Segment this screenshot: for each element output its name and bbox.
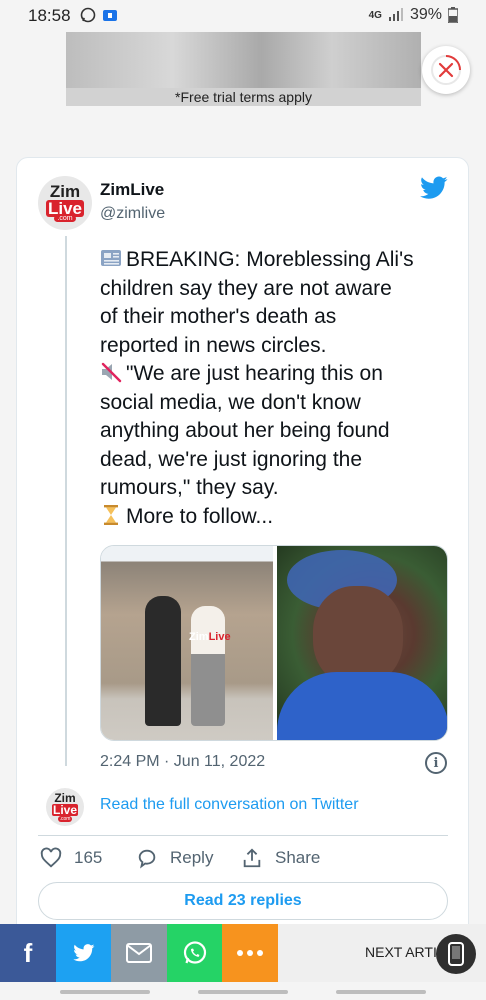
small-avatar-text-bottom: Live: [51, 802, 78, 817]
facebook-share-button[interactable]: f: [0, 924, 56, 982]
watermark-part-a: Zim: [189, 631, 209, 643]
photo-person-1: [145, 596, 181, 726]
nav-back-indicator[interactable]: [336, 990, 426, 994]
watermark-part-b: Live: [208, 631, 231, 643]
share-icon: [243, 848, 261, 868]
system-navigation-bar: [0, 982, 486, 1000]
envelope-icon: [126, 943, 152, 963]
tweet-timestamp[interactable]: 2:24 PM · Jun 11, 2022: [100, 753, 265, 771]
tweet-line-5-text: "We are just hearing this on: [126, 362, 383, 385]
close-icon: [431, 55, 461, 85]
tweet-line-3: of their mother's death as: [100, 305, 337, 328]
email-share-button[interactable]: [111, 924, 167, 982]
twitter-icon: [73, 944, 95, 962]
hourglass-emoji-icon: [104, 504, 118, 525]
tweet-text: BREAKING: Moreblessing Ali's children sa…: [100, 246, 455, 531]
battery-level: 39%: [409, 6, 442, 23]
small-avatar-text-top: Zim: [54, 790, 76, 805]
more-share-button[interactable]: [222, 924, 278, 982]
files-notification-icon: [102, 7, 118, 23]
reply-button[interactable]: Reply: [136, 847, 213, 869]
network-label: 4G: [368, 9, 382, 21]
heart-icon: [40, 847, 62, 868]
tweet-media[interactable]: ZimLive: [100, 545, 448, 741]
more-dots-icon: [237, 950, 263, 956]
tweet-line-6: social media, we don't know: [100, 390, 361, 414]
ad-terms-text: *Free trial terms apply: [66, 88, 421, 106]
read-replies-button[interactable]: Read 23 replies: [38, 882, 448, 920]
nav-recent-indicator[interactable]: [60, 990, 150, 994]
twitter-share-button[interactable]: [56, 924, 112, 982]
phone-floating-button[interactable]: [436, 934, 476, 974]
tweet-photo-1[interactable]: ZimLive: [101, 546, 273, 740]
author-handle[interactable]: @zimlive: [100, 205, 165, 223]
tweet-line-9: rumours," they say.: [100, 476, 279, 499]
avatar-text-top: Zim: [49, 182, 81, 201]
facebook-icon: f: [23, 937, 33, 968]
share-button[interactable]: Share: [241, 847, 320, 869]
whatsapp-icon: [183, 941, 207, 964]
tweet-line-10: More to follow...: [100, 503, 455, 532]
tweet-line-4: reported in news circles.: [100, 333, 327, 357]
tweet-photo-2[interactable]: [277, 546, 447, 740]
read-conversation-link[interactable]: Read the full conversation on Twitter: [100, 796, 359, 814]
small-avatar-text-domain: .com: [57, 815, 73, 822]
status-bar: 18:58 4G 39%: [0, 0, 486, 32]
photo-person-2: [191, 606, 225, 726]
newspaper-emoji-icon: [101, 250, 121, 266]
author-avatar[interactable]: Zim Live .com: [38, 176, 92, 230]
conversation-avatar: Zim Live .com: [46, 788, 84, 826]
like-count: 165: [74, 848, 103, 867]
status-time: 18:58: [28, 6, 71, 25]
status-right: 4G 39%: [369, 6, 458, 24]
next-article-link[interactable]: NEXT ARTIC: [365, 944, 447, 960]
info-icon[interactable]: i: [425, 752, 447, 774]
reply-bubble-icon: [138, 849, 156, 869]
tweet-line-5: "We are just hearing this on: [100, 360, 455, 389]
photo-watermark: ZimLive: [189, 631, 231, 643]
author-name[interactable]: ZimLive: [100, 180, 164, 200]
signal-icon: [388, 8, 403, 21]
tweet-line-8: dead, we're just ignoring the: [100, 447, 363, 471]
tweet-line-2: children say they are not aware: [100, 276, 392, 300]
advertisement-banner[interactable]: *Free trial terms apply: [66, 32, 421, 106]
share-label: Share: [275, 848, 321, 867]
nav-home-indicator[interactable]: [198, 990, 288, 994]
divider: [38, 835, 448, 836]
battery-icon: [448, 7, 458, 23]
ad-close-button[interactable]: [422, 46, 470, 94]
twitter-bird-icon[interactable]: [420, 176, 448, 200]
phone-icon: [448, 942, 464, 966]
like-button[interactable]: 165: [40, 847, 102, 869]
tweet-line-10-text: More to follow...: [126, 504, 274, 528]
whatsapp-share-button[interactable]: [167, 924, 223, 982]
tweet-line-7: anything about her being found: [100, 419, 390, 442]
avatar-text-domain: .com: [54, 215, 76, 222]
thread-line: [65, 236, 67, 766]
whatsapp-notification-icon: [80, 7, 96, 23]
tweet-line-1: BREAKING: Moreblessing Ali's: [100, 246, 455, 275]
muted-speaker-emoji-icon: [101, 362, 122, 383]
photo-face: [313, 586, 403, 686]
tweet-line-1-text: BREAKING: Moreblessing Ali's: [126, 248, 414, 271]
photo-dress: [277, 672, 447, 740]
reply-label: Reply: [170, 848, 214, 867]
ad-image: [66, 32, 421, 92]
